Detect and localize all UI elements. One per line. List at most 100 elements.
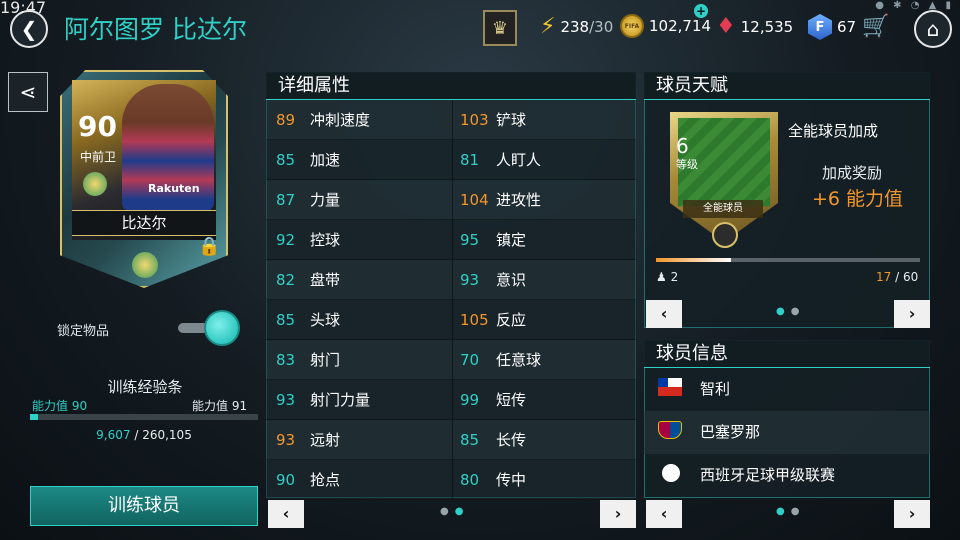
training-progress-fill <box>30 414 38 420</box>
card-player-name: 比达尔 <box>72 210 216 236</box>
info-nation: 智利 <box>700 380 731 398</box>
stat-value: 105 <box>460 311 489 329</box>
chemistry-icon <box>83 172 107 196</box>
train-player-button[interactable]: 训练球员 <box>30 486 258 526</box>
stats-panel-title: 详细属性 <box>266 72 636 100</box>
barcelona-crest-icon <box>658 421 682 439</box>
program-icon <box>132 252 158 278</box>
stat-name: 意识 <box>496 271 527 289</box>
fifa-points-value: 67 <box>837 18 857 36</box>
stat-row: 85 加速 81 人盯人 <box>266 140 636 180</box>
stat-name: 长传 <box>496 431 527 449</box>
talent-people-count: ♟ 2 <box>656 270 679 284</box>
stat-value: 85 <box>460 431 480 449</box>
talent-prev-button[interactable]: ‹ <box>646 300 682 328</box>
stat-name: 反应 <box>496 311 527 329</box>
talent-name: 全能球员加成 <box>788 122 879 140</box>
training-xp-total: 260,105 <box>142 428 192 442</box>
info-league-row[interactable]: 西班牙足球甲级联赛 <box>644 454 930 497</box>
stat-value: 81 <box>460 151 480 169</box>
stat-row: 93 远射 85 长传 <box>266 420 636 460</box>
fifa-points-icon: F <box>808 14 832 40</box>
back-button[interactable]: ❮ <box>10 10 48 48</box>
share-icon: ⋖ <box>19 80 37 104</box>
info-nation-row[interactable]: 智利 <box>644 368 930 411</box>
info-club: 巴塞罗那 <box>700 423 761 441</box>
training-next-ovr: 能力值 91 <box>192 399 248 413</box>
coins-display[interactable]: FIFA 102,714 <box>620 14 711 38</box>
person-icon: ♟ <box>656 270 667 284</box>
talent-bonus-label: 加成奖励 <box>822 164 883 182</box>
talent-progress-fill <box>656 258 731 262</box>
share-button[interactable]: ⋖ <box>8 72 48 112</box>
stat-row: 87 力量 104 进攻性 <box>266 180 636 220</box>
stat-value: 99 <box>460 391 480 409</box>
talent-bonus-value: +6 能力值 <box>812 188 904 210</box>
card-position: 中前卫 <box>80 150 117 164</box>
training-current-ovr: 能力值 90 <box>32 399 88 413</box>
stat-row: 89 冲刺速度 103 铲球 <box>266 100 636 140</box>
talent-emblem-icon <box>712 222 738 248</box>
lock-item-label: 锁定物品 <box>57 324 110 339</box>
stats-next-button[interactable]: › <box>600 500 636 528</box>
info-next-button[interactable]: › <box>894 500 930 528</box>
stat-row: 92 控球 95 镇定 <box>266 220 636 260</box>
stat-name: 射门力量 <box>310 391 371 409</box>
stats-page-dots: ●● <box>440 506 470 517</box>
stat-name: 短传 <box>496 391 527 409</box>
cart-icon[interactable]: 🛒 <box>862 14 889 39</box>
training-progress-bar <box>30 414 258 420</box>
stats-divider <box>452 100 453 498</box>
gems-value: 12,535 <box>740 17 794 36</box>
gems-display[interactable]: ♦ 12,535 <box>716 14 793 39</box>
stat-name: 人盯人 <box>496 151 542 169</box>
info-club-row[interactable]: 巴塞罗那 <box>644 411 930 454</box>
page-title: 阿尔图罗 比达尔 <box>64 15 247 44</box>
home-icon: ⌂ <box>926 17 940 41</box>
stamina-display[interactable]: ⚡ 238/30 <box>540 14 613 39</box>
stat-row: 90 抢点 80 传中 <box>266 460 636 500</box>
stat-name: 抢点 <box>310 471 341 489</box>
stamina-value: 238/30 <box>560 17 614 36</box>
training-xp-current: 9,607 <box>96 428 131 442</box>
info-prev-button[interactable]: ‹ <box>646 500 682 528</box>
stat-value: 80 <box>460 471 480 489</box>
stat-name: 控球 <box>310 231 341 249</box>
stat-name: 盘带 <box>310 271 341 289</box>
club-badge-icon[interactable]: ♛ <box>483 10 517 46</box>
laliga-icon <box>662 464 680 482</box>
talent-page-dots: ●● <box>776 306 806 317</box>
talent-next-button[interactable]: › <box>894 300 930 328</box>
stats-prev-button[interactable]: ‹ <box>268 500 304 528</box>
info-league: 西班牙足球甲级联赛 <box>700 466 836 484</box>
stat-row: 85 头球 105 反应 <box>266 300 636 340</box>
status-icons: ● ✱ ◔ ▲ ▮ <box>875 0 954 11</box>
stat-name: 射门 <box>310 351 341 369</box>
stat-row: 83 射门 70 任意球 <box>266 340 636 380</box>
home-button[interactable]: ⌂ <box>914 10 952 48</box>
toggle-knob[interactable] <box>204 310 240 346</box>
stat-value: 104 <box>460 191 489 209</box>
info-panel-title: 球员信息 <box>644 340 930 368</box>
stat-value: 93 <box>460 271 480 289</box>
stat-name: 任意球 <box>496 351 542 369</box>
stat-name: 传中 <box>496 471 527 489</box>
stat-value: 103 <box>460 111 489 129</box>
stat-name: 力量 <box>310 191 341 209</box>
fifa-points-display[interactable]: F 67 <box>808 14 856 40</box>
coins-value: 102,714 <box>649 17 712 35</box>
card-sponsor: Rakuten <box>148 182 200 195</box>
stat-row: 93 射门力量 99 短传 <box>266 380 636 420</box>
stat-name: 镇定 <box>496 231 527 249</box>
stat-row: 82 盘带 93 意识 <box>266 260 636 300</box>
info-page-dots: ●● <box>776 506 806 517</box>
training-xp: 9,607 / 260,105 <box>96 428 192 442</box>
talent-progress-text: 17 / 60 <box>876 270 919 284</box>
bolt-icon: ⚡ <box>540 14 556 39</box>
talent-panel-title: 球员天赋 <box>644 72 930 100</box>
card-rating: 90 <box>78 110 117 143</box>
chile-flag-icon <box>658 378 682 396</box>
stat-value: 95 <box>460 231 480 249</box>
lock-icon: 🔒 <box>198 236 221 257</box>
chevron-left-icon: ❮ <box>20 17 38 41</box>
